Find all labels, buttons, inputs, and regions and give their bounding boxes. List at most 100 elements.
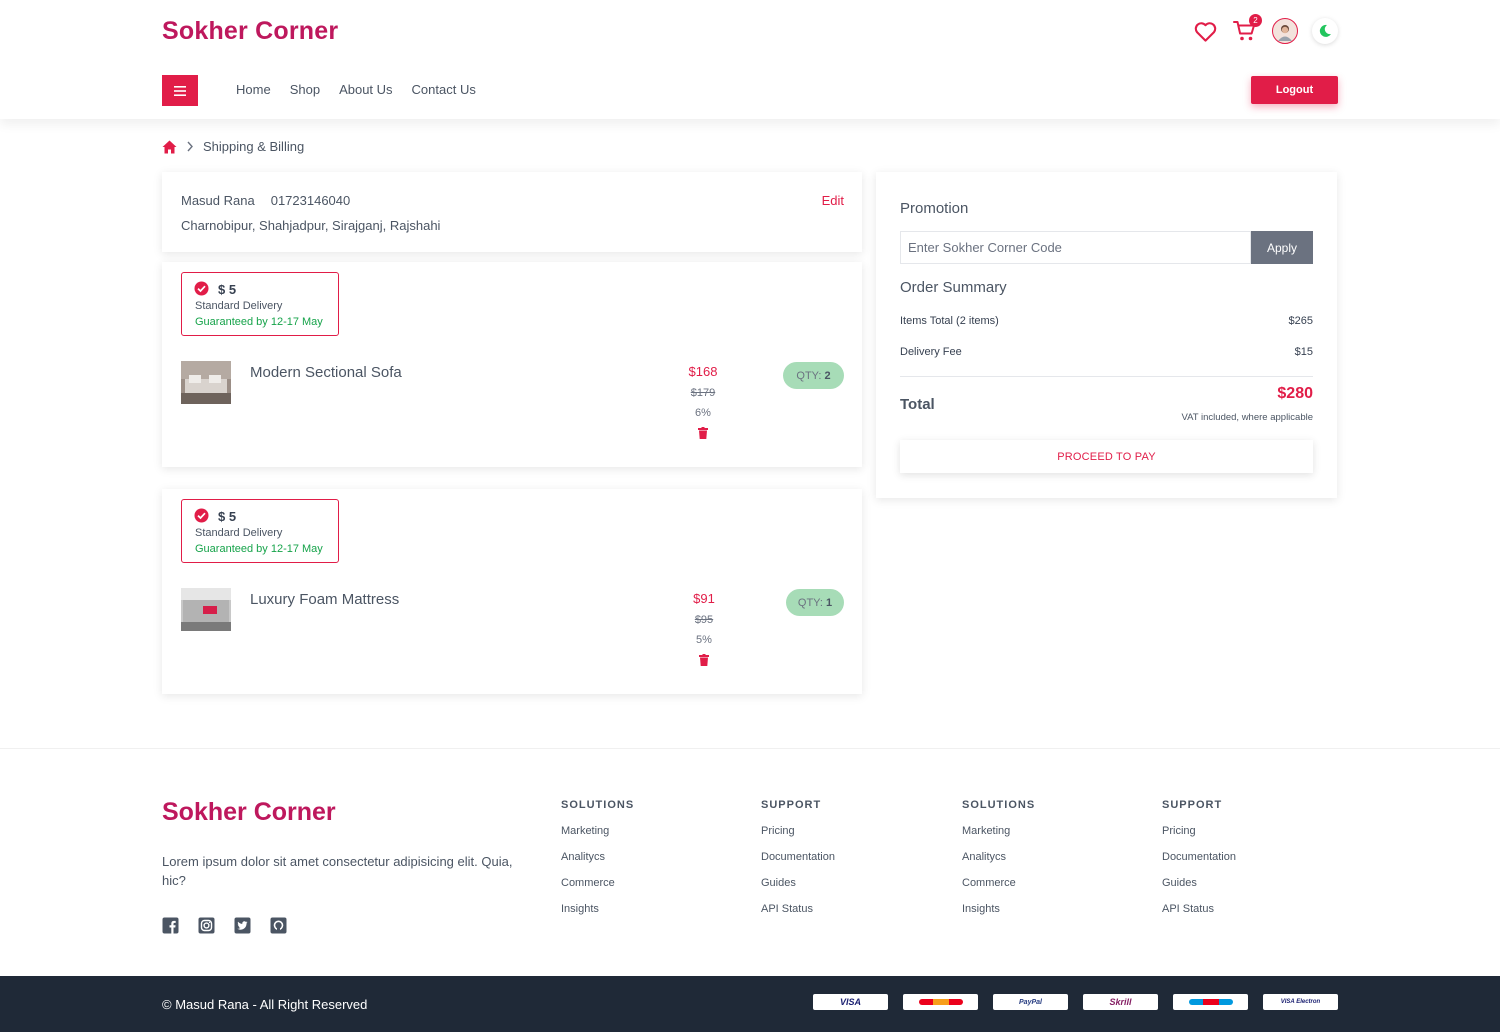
quantity-pill[interactable]: QTY: 2 [783, 362, 844, 389]
social-links [162, 917, 287, 934]
header-icons: 2 [1192, 14, 1338, 44]
total-label: Total [900, 396, 935, 413]
github-icon[interactable] [270, 917, 287, 934]
trash-icon [699, 654, 709, 666]
cart-item-card: $ 5 Standard Delivery Guaranteed by 12-1… [162, 262, 862, 467]
delivery-guarantee: Guaranteed by 12-17 May [195, 543, 323, 555]
mastercard-logo [903, 994, 978, 1010]
delivery-price: $ 5 [218, 282, 237, 297]
product-discount: 5% [696, 634, 712, 646]
chevron-right-icon [187, 141, 193, 152]
instagram-icon[interactable] [198, 917, 215, 934]
qty-label: QTY: [797, 596, 823, 609]
brand-logo[interactable]: Sokher Corner [162, 17, 338, 46]
delivery-guarantee: Guaranteed by 12-17 May [195, 316, 323, 328]
twitter-icon[interactable] [234, 917, 251, 934]
footer-link-documentation[interactable]: Documentation [761, 851, 835, 863]
copyright: © Masud Rana - All Right Reserved [162, 997, 368, 1012]
footer-link-documentation[interactable]: Documentation [1162, 851, 1236, 863]
nav-contact-us[interactable]: Contact Us [412, 82, 476, 97]
nav-about-us[interactable]: About Us [339, 82, 392, 97]
order-summary-title: Order Summary [900, 279, 1007, 296]
footer-link-commerce[interactable]: Commerce [561, 877, 634, 889]
summary-divider [900, 376, 1313, 377]
product-thumbnail[interactable] [181, 361, 231, 404]
proceed-to-pay-button[interactable]: PROCEED TO PAY [900, 440, 1313, 473]
cart-icon[interactable]: 2 [1232, 14, 1262, 44]
heart-icon[interactable] [1192, 18, 1218, 44]
footer-column-title: SUPPORT [761, 799, 822, 811]
product-old-price: $179 [690, 387, 716, 399]
footer-link-commerce[interactable]: Commerce [962, 877, 1035, 889]
order-summary-card: Promotion Apply Order Summary Items Tota… [876, 172, 1337, 498]
footer-column-title: SOLUTIONS [962, 799, 1036, 811]
maestro-logo [1173, 994, 1248, 1010]
qty-value: 2 [824, 369, 831, 382]
footer-column-title: SOLUTIONS [561, 799, 635, 811]
footer-link-insights[interactable]: Insights [561, 903, 634, 915]
delivery-fee-label: Delivery Fee [900, 346, 962, 358]
edit-address-link[interactable]: Edit [822, 193, 844, 208]
footer-column-support: SUPPORT Pricing Documentation Guides API… [761, 799, 835, 929]
menu-icon [174, 85, 186, 96]
shipping-address-card: Masud Rana 01723146040 Charnobipur, Shah… [162, 172, 862, 252]
moon-icon[interactable] [1312, 18, 1338, 44]
visa-logo: VISA [813, 994, 888, 1010]
footer-link-analitycs[interactable]: Analitycs [962, 851, 1035, 863]
home-icon[interactable] [162, 140, 177, 154]
cart-count-badge: 2 [1249, 14, 1262, 27]
price-column: $91 $95 5% [673, 591, 735, 666]
payment-methods: VISA PayPal Skrill VISA Electron [813, 994, 1338, 1010]
promo-code-input[interactable] [900, 231, 1251, 264]
footer-link-api-status[interactable]: API Status [761, 903, 835, 915]
footer-column-title: SUPPORT [1162, 799, 1223, 811]
apply-promo-button[interactable]: Apply [1251, 231, 1313, 264]
delete-item-button[interactable] [673, 654, 735, 666]
footer-link-guides[interactable]: Guides [761, 877, 835, 889]
qty-label: QTY: [796, 369, 822, 382]
nav-home[interactable]: Home [236, 82, 271, 97]
main-nav: Home Shop About Us Contact Us [236, 82, 476, 97]
footer-link-pricing[interactable]: Pricing [1162, 825, 1236, 837]
qty-value: 1 [825, 596, 833, 609]
delivery-price: $ 5 [218, 509, 237, 524]
logout-button[interactable]: Logout [1251, 76, 1338, 104]
product-thumbnail[interactable] [181, 588, 231, 631]
footer-description: Lorem ipsum dolor sit amet consectetur a… [162, 854, 513, 888]
product-name[interactable]: Modern Sectional Sofa [250, 364, 402, 381]
items-total-label: Items Total (2 items) [900, 315, 999, 327]
breadcrumb: Shipping & Billing [162, 139, 304, 154]
customer-address: Charnobipur, Shahjadpur, Sirajganj, Rajs… [181, 218, 441, 233]
footer-link-pricing[interactable]: Pricing [761, 825, 835, 837]
product-old-price: $95 [694, 614, 714, 626]
footer-link-api-status[interactable]: API Status [1162, 903, 1236, 915]
footer-brand[interactable]: Sokher Corner [162, 798, 336, 827]
delivery-type: Standard Delivery [195, 300, 283, 312]
footer-divider [0, 748, 1500, 749]
nav-shop[interactable]: Shop [290, 82, 320, 97]
footer-link-marketing[interactable]: Marketing [561, 825, 634, 837]
delivery-fee-value: $15 [1294, 346, 1313, 358]
delivery-type: Standard Delivery [195, 527, 283, 539]
footer-link-insights[interactable]: Insights [962, 903, 1035, 915]
footer-column-support: SUPPORT Pricing Documentation Guides API… [1162, 799, 1236, 929]
product-discount: 6% [695, 407, 711, 419]
facebook-icon[interactable] [162, 917, 179, 934]
menu-button[interactable] [162, 75, 198, 106]
quantity-pill[interactable]: QTY: 1 [786, 589, 844, 616]
check-circle-icon [194, 508, 209, 523]
footer-link-marketing[interactable]: Marketing [962, 825, 1035, 837]
delivery-option[interactable]: $ 5 Standard Delivery Guaranteed by 12-1… [181, 272, 339, 336]
avatar[interactable] [1272, 18, 1298, 44]
delivery-fee-row: Delivery Fee $15 [900, 346, 1313, 358]
delete-item-button[interactable] [672, 427, 734, 439]
footer-link-guides[interactable]: Guides [1162, 877, 1236, 889]
footer-link-analitycs[interactable]: Analitycs [561, 851, 634, 863]
bottom-bar: © Masud Rana - All Right Reserved VISA P… [0, 976, 1500, 1032]
cart-item-card: $ 5 Standard Delivery Guaranteed by 12-1… [162, 489, 862, 694]
price-column: $168 $179 6% [672, 364, 734, 439]
product-price: $91 [693, 591, 715, 606]
delivery-option[interactable]: $ 5 Standard Delivery Guaranteed by 12-1… [181, 499, 339, 563]
vat-note: VAT included, where applicable [1181, 412, 1314, 423]
product-name[interactable]: Luxury Foam Mattress [250, 591, 399, 608]
